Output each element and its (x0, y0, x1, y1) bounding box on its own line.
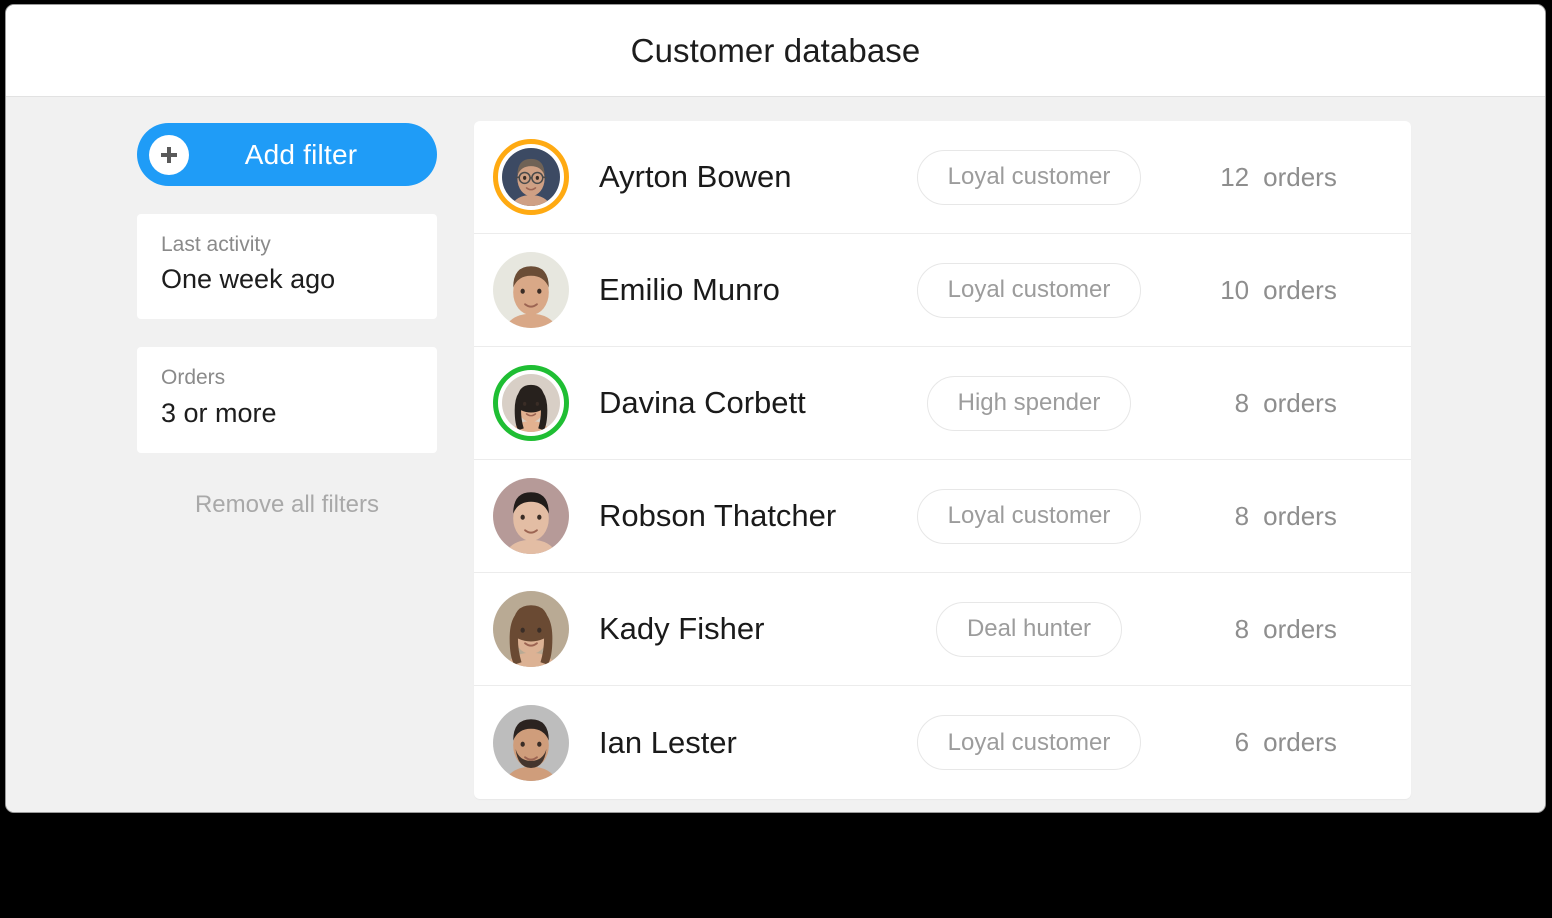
orders-cell: 8 orders (1159, 388, 1411, 419)
customer-row[interactable]: Davina Corbett High spender 8 orders (474, 347, 1411, 460)
boy-avatar (493, 478, 569, 554)
plus-icon (149, 134, 189, 175)
woman-dark-hair-avatar (502, 374, 560, 432)
badge-cell: Loyal customer (899, 715, 1159, 770)
customer-name: Emilio Munro (599, 272, 780, 307)
page-title: Customer database (630, 31, 921, 69)
orders-count: 12 (1220, 161, 1250, 192)
add-filter-label: Add filter (244, 138, 358, 170)
status-badge[interactable]: Loyal customer (916, 262, 1142, 318)
orders-count: 8 (1234, 613, 1250, 644)
app-window: Customer database Add filter Last activi… (5, 4, 1546, 813)
orders-cell: 6 orders (1159, 727, 1411, 758)
orders-count: 10 (1220, 274, 1250, 305)
customer-row[interactable]: Ian Lester Loyal customer 6 orders (474, 686, 1411, 799)
girl-avatar (493, 591, 569, 667)
orders-label: orders (1263, 613, 1337, 644)
orders-cell: 12 orders (1159, 162, 1411, 193)
filter-card-orders[interactable]: Orders 3 or more (137, 347, 437, 453)
filter-value: 3 or more (161, 397, 277, 428)
avatar (493, 478, 569, 554)
badge-cell: Loyal customer (899, 488, 1159, 544)
content-area: Add filter Last activity One week ago Or… (6, 97, 1545, 812)
filters-sidebar: Add filter Last activity One week ago Or… (6, 97, 437, 519)
customer-name: Ayrton Bowen (599, 159, 792, 194)
remove-all-filters-link[interactable]: Remove all filters (137, 491, 437, 519)
titlebar: Customer database (6, 5, 1545, 97)
customer-row[interactable]: Emilio Munro Loyal customer 10 orders (474, 234, 1411, 347)
avatar (493, 591, 569, 667)
orders-count: 8 (1234, 500, 1250, 531)
status-badge[interactable]: Deal hunter (935, 601, 1123, 657)
customer-list: Ayrton Bowen Loyal customer 12 orders Emili… (474, 121, 1411, 799)
avatar (493, 252, 569, 328)
orders-label: orders (1263, 500, 1337, 531)
orders-cell: 8 orders (1159, 614, 1411, 645)
status-badge[interactable]: Loyal customer (916, 715, 1142, 770)
status-badge[interactable]: Loyal customer (916, 149, 1142, 205)
avatar (493, 704, 569, 781)
customer-row[interactable]: Kady Fisher Deal hunter 8 orders (474, 573, 1411, 686)
orders-cell: 10 orders (1159, 275, 1411, 306)
status-badge[interactable]: High spender (926, 375, 1132, 431)
status-badge[interactable]: Loyal customer (916, 488, 1142, 544)
orders-count: 6 (1234, 727, 1250, 757)
filter-label: Last activity (161, 233, 271, 256)
avatar (493, 365, 569, 441)
young-man-avatar (493, 252, 569, 328)
orders-label: orders (1263, 727, 1337, 757)
filter-value: One week ago (161, 264, 336, 295)
badge-cell: Loyal customer (899, 149, 1159, 205)
badge-cell: Loyal customer (899, 262, 1159, 318)
orders-label: orders (1263, 387, 1337, 418)
filter-card-last-activity[interactable]: Last activity One week ago (137, 214, 437, 320)
customer-name: Davina Corbett (599, 385, 806, 420)
man-glasses-avatar (502, 148, 560, 206)
customer-row[interactable]: Ayrton Bowen Loyal customer 12 orders (474, 121, 1411, 234)
customer-name: Robson Thatcher (599, 498, 837, 533)
badge-cell: High spender (899, 375, 1159, 431)
customer-name: Ian Lester (599, 724, 737, 760)
man-beard-avatar (493, 704, 569, 781)
orders-cell: 8 orders (1159, 501, 1411, 532)
badge-cell: Deal hunter (899, 601, 1159, 657)
customer-row[interactable]: Robson Thatcher Loyal customer 8 orders (474, 460, 1411, 573)
orders-label: orders (1263, 161, 1337, 192)
orders-label: orders (1263, 274, 1337, 305)
customer-name: Kady Fisher (599, 611, 765, 646)
avatar (493, 139, 569, 215)
add-filter-button[interactable]: Add filter (137, 123, 437, 186)
orders-count: 8 (1234, 387, 1250, 418)
filter-label: Orders (161, 366, 226, 390)
